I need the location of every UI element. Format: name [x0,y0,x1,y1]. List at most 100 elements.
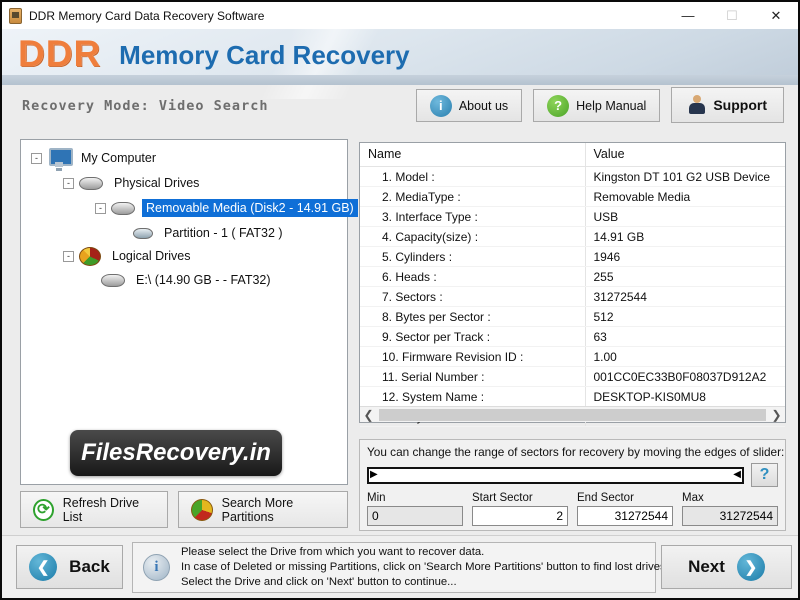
property-name: 11. Serial Number : [360,367,585,387]
property-value: 1946 [585,247,785,267]
drive-icon [101,274,125,287]
tree-item-label[interactable]: My Computer [77,149,160,167]
top-button-bar: i About us ? Help Manual Support [416,89,784,123]
table-row: 8. Bytes per Sector :512 [360,307,785,327]
pie-chart-icon [191,499,213,521]
scroll-right-icon[interactable]: ❯ [768,408,785,422]
pie-chart-icon [79,247,101,266]
app-title: Memory Card Recovery [119,40,409,71]
max-input [682,506,778,526]
about-us-button[interactable]: i About us [416,89,522,122]
tree-item-label[interactable]: Partition - 1 ( FAT32 ) [160,224,287,242]
tree-item-physical-drives[interactable]: - Physical Drives [63,173,203,193]
back-button[interactable]: ❮ Back [16,545,123,589]
end-sector-input[interactable] [577,506,673,526]
property-name: 3. Interface Type : [360,207,585,227]
sector-range-slider[interactable]: ▶ ◀ [367,467,744,484]
table-row: 10. Firmware Revision ID :1.00 [360,347,785,367]
max-label: Max [682,492,778,504]
property-value: USB [585,207,785,227]
property-name: 12. System Name : [360,387,585,407]
horizontal-scrollbar[interactable]: ❮ ❯ [360,406,785,422]
tree-item-label[interactable]: Logical Drives [108,247,195,265]
computer-icon [47,148,71,168]
next-arrow-icon: ❯ [737,553,765,581]
slider-caption: You can change the range of sectors for … [367,445,778,459]
minimize-button[interactable]: — [666,2,710,29]
property-name: 1. Model : [360,167,585,187]
close-button[interactable]: ✕ [754,2,798,29]
table-row: 12. System Name :DESKTOP-KIS0MU8 [360,387,785,407]
property-value: 001CC0EC33B0F08037D912A2 [585,367,785,387]
start-sector-field-group: Start Sector [472,492,568,526]
ddr-logo: DDR [18,33,101,75]
help-manual-label: Help Manual [576,99,646,113]
recovery-mode-label: Recovery Mode: Video Search [22,98,268,114]
help-manual-button[interactable]: ? Help Manual [533,89,660,122]
footer-bar: ❮ Back i Please select the Drive from wh… [2,535,798,598]
tree-item-label-selected[interactable]: Removable Media (Disk2 - 14.91 GB) [142,199,358,217]
start-sector-input[interactable] [472,506,568,526]
table-row: 9. Sector per Track :63 [360,327,785,347]
property-value: 63 [585,327,785,347]
filesrecovery-watermark: FilesRecovery.in [70,430,282,476]
collapse-icon[interactable]: - [95,203,106,214]
app-window: DDR Memory Card Data Recovery Software —… [0,0,800,600]
tree-item-partition-1[interactable]: Partition - 1 ( FAT32 ) [133,223,287,243]
column-header-value: Value [585,143,785,167]
min-label: Min [367,492,463,504]
scroll-left-icon[interactable]: ❮ [360,408,377,422]
header-divider [2,75,798,85]
property-name: 8. Bytes per Sector : [360,307,585,327]
max-field-group: Max [682,492,778,526]
instruction-line: In case of Deleted or missing Partitions… [181,560,669,575]
instruction-line: Select the Drive and click on 'Next' but… [181,575,669,590]
tree-item-drive-e[interactable]: E:\ (14.90 GB - - FAT32) [101,270,275,290]
property-name: 10. Firmware Revision ID : [360,347,585,367]
tree-item-label[interactable]: Physical Drives [110,174,203,192]
search-more-partitions-button[interactable]: Search More Partitions [178,491,348,528]
instruction-box: i Please select the Drive from which you… [132,542,656,593]
table-row: 3. Interface Type :USB [360,207,785,227]
slider-right-handle-icon[interactable]: ◀ [733,470,741,480]
instruction-line: Please select the Drive from which you w… [181,545,669,560]
partition-icon [133,228,153,239]
tree-item-my-computer[interactable]: - My Computer [31,148,160,168]
property-value: 512 [585,307,785,327]
property-name: 6. Heads : [360,267,585,287]
table-row: 1. Model :Kingston DT 101 G2 USB Device [360,167,785,187]
support-button[interactable]: Support [671,87,784,123]
property-name: 4. Capacity(size) : [360,227,585,247]
property-value: 14.91 GB [585,227,785,247]
property-value: 1.00 [585,347,785,367]
device-info-table: Name Value 1. Model :Kingston DT 101 G2 … [360,143,785,427]
refresh-icon: ⟳ [33,499,54,521]
search-more-partitions-label: Search More Partitions [222,496,335,524]
property-name: 5. Cylinders : [360,247,585,267]
scrollbar-thumb[interactable] [379,409,766,421]
table-row: 6. Heads :255 [360,267,785,287]
collapse-icon[interactable]: - [63,251,74,262]
end-sector-field-group: End Sector [577,492,673,526]
watermark-text: FilesRecovery.in [81,439,271,467]
drive-icon [79,177,103,190]
question-icon: ? [547,95,569,117]
slider-left-handle-icon[interactable]: ▶ [370,470,378,480]
table-row: 4. Capacity(size) :14.91 GB [360,227,785,247]
property-value: 31272544 [585,287,785,307]
property-name: 2. MediaType : [360,187,585,207]
refresh-drive-list-button[interactable]: ⟳ Refresh Drive List [20,491,168,528]
collapse-icon[interactable]: - [31,153,42,164]
app-header: DDR Memory Card Recovery [2,29,798,85]
property-value: Removable Media [585,187,785,207]
slider-help-button[interactable]: ? [751,463,778,487]
collapse-icon[interactable]: - [63,178,74,189]
tree-item-label[interactable]: E:\ (14.90 GB - - FAT32) [132,271,275,289]
next-button[interactable]: Next ❯ [661,545,792,589]
info-icon: i [143,554,170,581]
next-label: Next [688,557,725,577]
property-value: Kingston DT 101 G2 USB Device [585,167,785,187]
tree-item-logical-drives[interactable]: - Logical Drives [63,246,195,266]
memory-card-icon [9,8,22,24]
tree-item-removable-media[interactable]: - Removable Media (Disk2 - 14.91 GB) [95,198,358,218]
